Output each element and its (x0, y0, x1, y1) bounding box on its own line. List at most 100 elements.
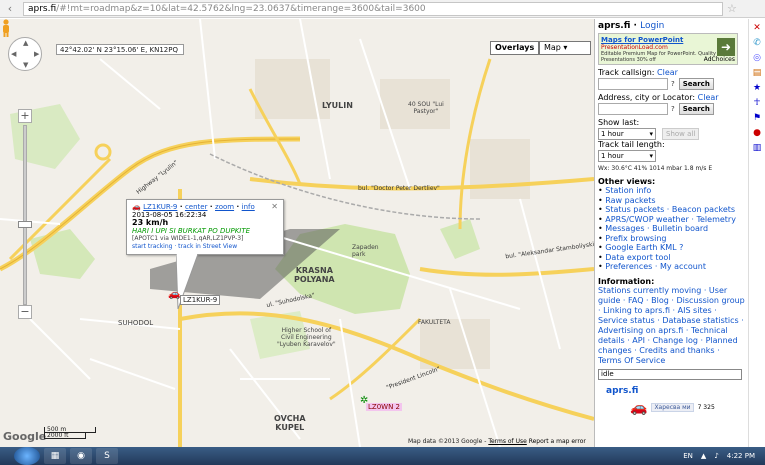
map-type-select[interactable]: Map ▾ (539, 41, 591, 55)
view-link[interactable]: Preferences · My account (605, 262, 706, 271)
address-clear[interactable]: Clear (698, 93, 719, 102)
url-field[interactable]: aprs.fi /#!mt=roadmap&z=10&lat=42.5762&l… (23, 1, 723, 16)
like-button[interactable]: Харесва ми (651, 403, 694, 412)
system-tray: EN ▲ ♪ 4:22 PM (675, 452, 765, 460)
address-input-row: ? Search (598, 103, 745, 115)
view-link[interactable]: APRS/CWOP weather · Telemetry (605, 215, 736, 224)
view-link[interactable]: Data export tool (605, 253, 670, 262)
close-icon[interactable]: ✕ (752, 23, 763, 34)
cursor-coordinates: 42°42.02' N 23°15.06' E, KN12PQ (56, 44, 184, 55)
map-footer: Map data ©2013 Google - Terms of Use Rep… (408, 438, 586, 445)
login-link[interactable]: Login (640, 21, 664, 31)
show-all-button[interactable]: Show all (662, 128, 700, 140)
extension-icon[interactable]: ◎ (752, 53, 763, 64)
extension-icon[interactable]: ▥ (752, 143, 763, 154)
street-view-pegman-icon[interactable] (0, 19, 12, 37)
view-link[interactable]: Google Earth KML ? (605, 243, 683, 252)
zoom-in-button[interactable]: + (18, 109, 32, 123)
pan-right-icon[interactable]: ▶ (34, 50, 39, 58)
track-callsign-row: Track callsign: Clear (598, 68, 745, 77)
ad-title[interactable]: Maps for PowerPoint (601, 36, 735, 44)
track-callsign-clear[interactable]: Clear (657, 68, 678, 77)
street-view-link[interactable]: track in Street View (178, 243, 237, 250)
other-views-heading: Other views: (598, 177, 656, 186)
advertisement[interactable]: Maps for PowerPoint PresentationLoad.com… (598, 33, 738, 65)
pan-left-icon[interactable]: ◀ (11, 50, 16, 58)
ad-choices[interactable]: AdChoices (704, 56, 735, 63)
windows-taskbar: ▦ ◉ S EN ▲ ♪ 4:22 PM (0, 447, 765, 465)
tail-length-row: 1 hour (598, 150, 745, 162)
start-button[interactable] (14, 447, 40, 465)
report-error-link[interactable]: Report a map error (529, 438, 586, 445)
view-link[interactable]: Messages · Bulletin board (605, 224, 708, 233)
label-bul-dertliev: bul. "Doctor Peter Dertliev" (358, 185, 440, 192)
popup-callsign-link[interactable]: LZ1KUR-9 (143, 203, 177, 211)
view-link[interactable]: Status packets · Beacon packets (605, 205, 735, 214)
label-krasna-polyana: KRASNA POLYANA (294, 266, 335, 284)
zoom-slider-thumb[interactable] (18, 221, 32, 228)
clock[interactable]: 4:22 PM (727, 452, 755, 460)
language-indicator[interactable]: EN (683, 452, 693, 460)
pan-up-icon[interactable]: ▲ (23, 39, 28, 47)
brand-name[interactable]: aprs.fi (606, 386, 638, 396)
ad-arrow-icon[interactable]: ➜ (717, 38, 735, 56)
bookmark-star-icon[interactable]: ☆ (727, 2, 737, 15)
browser-address-bar: ‹ aprs.fi /#!mt=roadmap&z=10&lat=42.5762… (0, 0, 765, 18)
extension-icon[interactable]: ⚑ (752, 113, 763, 124)
back-icon[interactable]: ‹ (3, 2, 17, 16)
map-canvas[interactable]: ▲ ◀ ▶ ▼ 42°42.02' N 23°15.06' E, KN12PQ … (0, 19, 594, 447)
tail-length-select[interactable]: 1 hour (598, 150, 656, 162)
view-link[interactable]: Raw packets (605, 196, 655, 205)
popup-info-link[interactable]: info (242, 203, 255, 211)
track-callsign-input[interactable] (598, 78, 668, 90)
site-name: aprs.fi (598, 21, 631, 31)
information-heading: Information: (598, 276, 655, 286)
address-search-button[interactable]: Search (678, 103, 714, 115)
popup-comment: HARI I UPI SI BURKAT PO DUPKITE (132, 227, 251, 235)
popup-zoom-link[interactable]: zoom (215, 203, 234, 211)
terms-of-use-link[interactable]: Terms of Use (488, 438, 526, 445)
skype-icon[interactable]: S (96, 448, 118, 464)
label-lyulin: LYULIN (322, 101, 353, 110)
station-label-2[interactable]: LZ0WN 2 (366, 403, 402, 411)
popup-actions: start tracking · track in Street View (132, 243, 238, 250)
extension-icon[interactable]: ✆ (752, 38, 763, 49)
sidebar: aprs.fi · Login Maps for PowerPoint Pres… (594, 19, 748, 447)
overlays-button[interactable]: Overlays (490, 41, 540, 55)
volume-icon[interactable]: ♪ (714, 452, 718, 460)
explorer-icon[interactable]: ▦ (44, 448, 66, 464)
url-path: /#!mt=roadmap&z=10&lat=42.5762&lng=23.06… (56, 3, 426, 14)
map-type-label: Map (544, 43, 561, 52)
address-input[interactable] (598, 103, 668, 115)
track-callsign-input-row: ? Search (598, 78, 745, 90)
help-icon[interactable]: ? (671, 105, 675, 113)
tray-icon[interactable]: ▲ (701, 452, 706, 460)
popup-header: 🚗 LZ1KUR-9 · center · zoom · info (132, 203, 255, 211)
extension-icon[interactable]: ★ (752, 83, 763, 94)
start-tracking-link[interactable]: start tracking (132, 243, 172, 250)
extension-icon[interactable]: ☥ (752, 98, 763, 109)
zoom-control: + − (18, 109, 32, 319)
station-car-icon[interactable]: 🚗 (168, 289, 180, 300)
facebook-like: 🚗 Харесва ми 7 325 (630, 400, 745, 416)
filter-input[interactable]: idle (598, 368, 742, 380)
google-logo: Google (3, 430, 47, 443)
zoom-out-button[interactable]: − (18, 305, 32, 319)
track-search-button[interactable]: Search (678, 78, 714, 90)
extension-icon[interactable]: ● (752, 128, 763, 139)
station-info-popup: 🚗 LZ1KUR-9 · center · zoom · info ✕ 2013… (126, 199, 284, 255)
extension-icon[interactable]: ▤ (752, 68, 763, 79)
pan-down-icon[interactable]: ▼ (23, 61, 28, 69)
help-icon[interactable]: ? (671, 80, 675, 88)
popup-close-icon[interactable]: ✕ (271, 203, 278, 211)
show-last-select[interactable]: 1 hour (598, 128, 656, 140)
view-link[interactable]: Station info (605, 186, 651, 195)
popup-center-link[interactable]: center (185, 203, 208, 211)
zoom-slider[interactable] (18, 125, 32, 305)
chrome-icon[interactable]: ◉ (70, 448, 92, 464)
pan-control[interactable]: ▲ ◀ ▶ ▼ (8, 37, 42, 71)
label-zapaden-park: Zapaden park (352, 244, 379, 258)
view-link[interactable]: Prefix browsing (605, 234, 666, 243)
information-links[interactable]: Stations currently moving · User guide ·… (598, 286, 745, 366)
station-label-main[interactable]: LZ1KUR-9 (180, 295, 221, 305)
